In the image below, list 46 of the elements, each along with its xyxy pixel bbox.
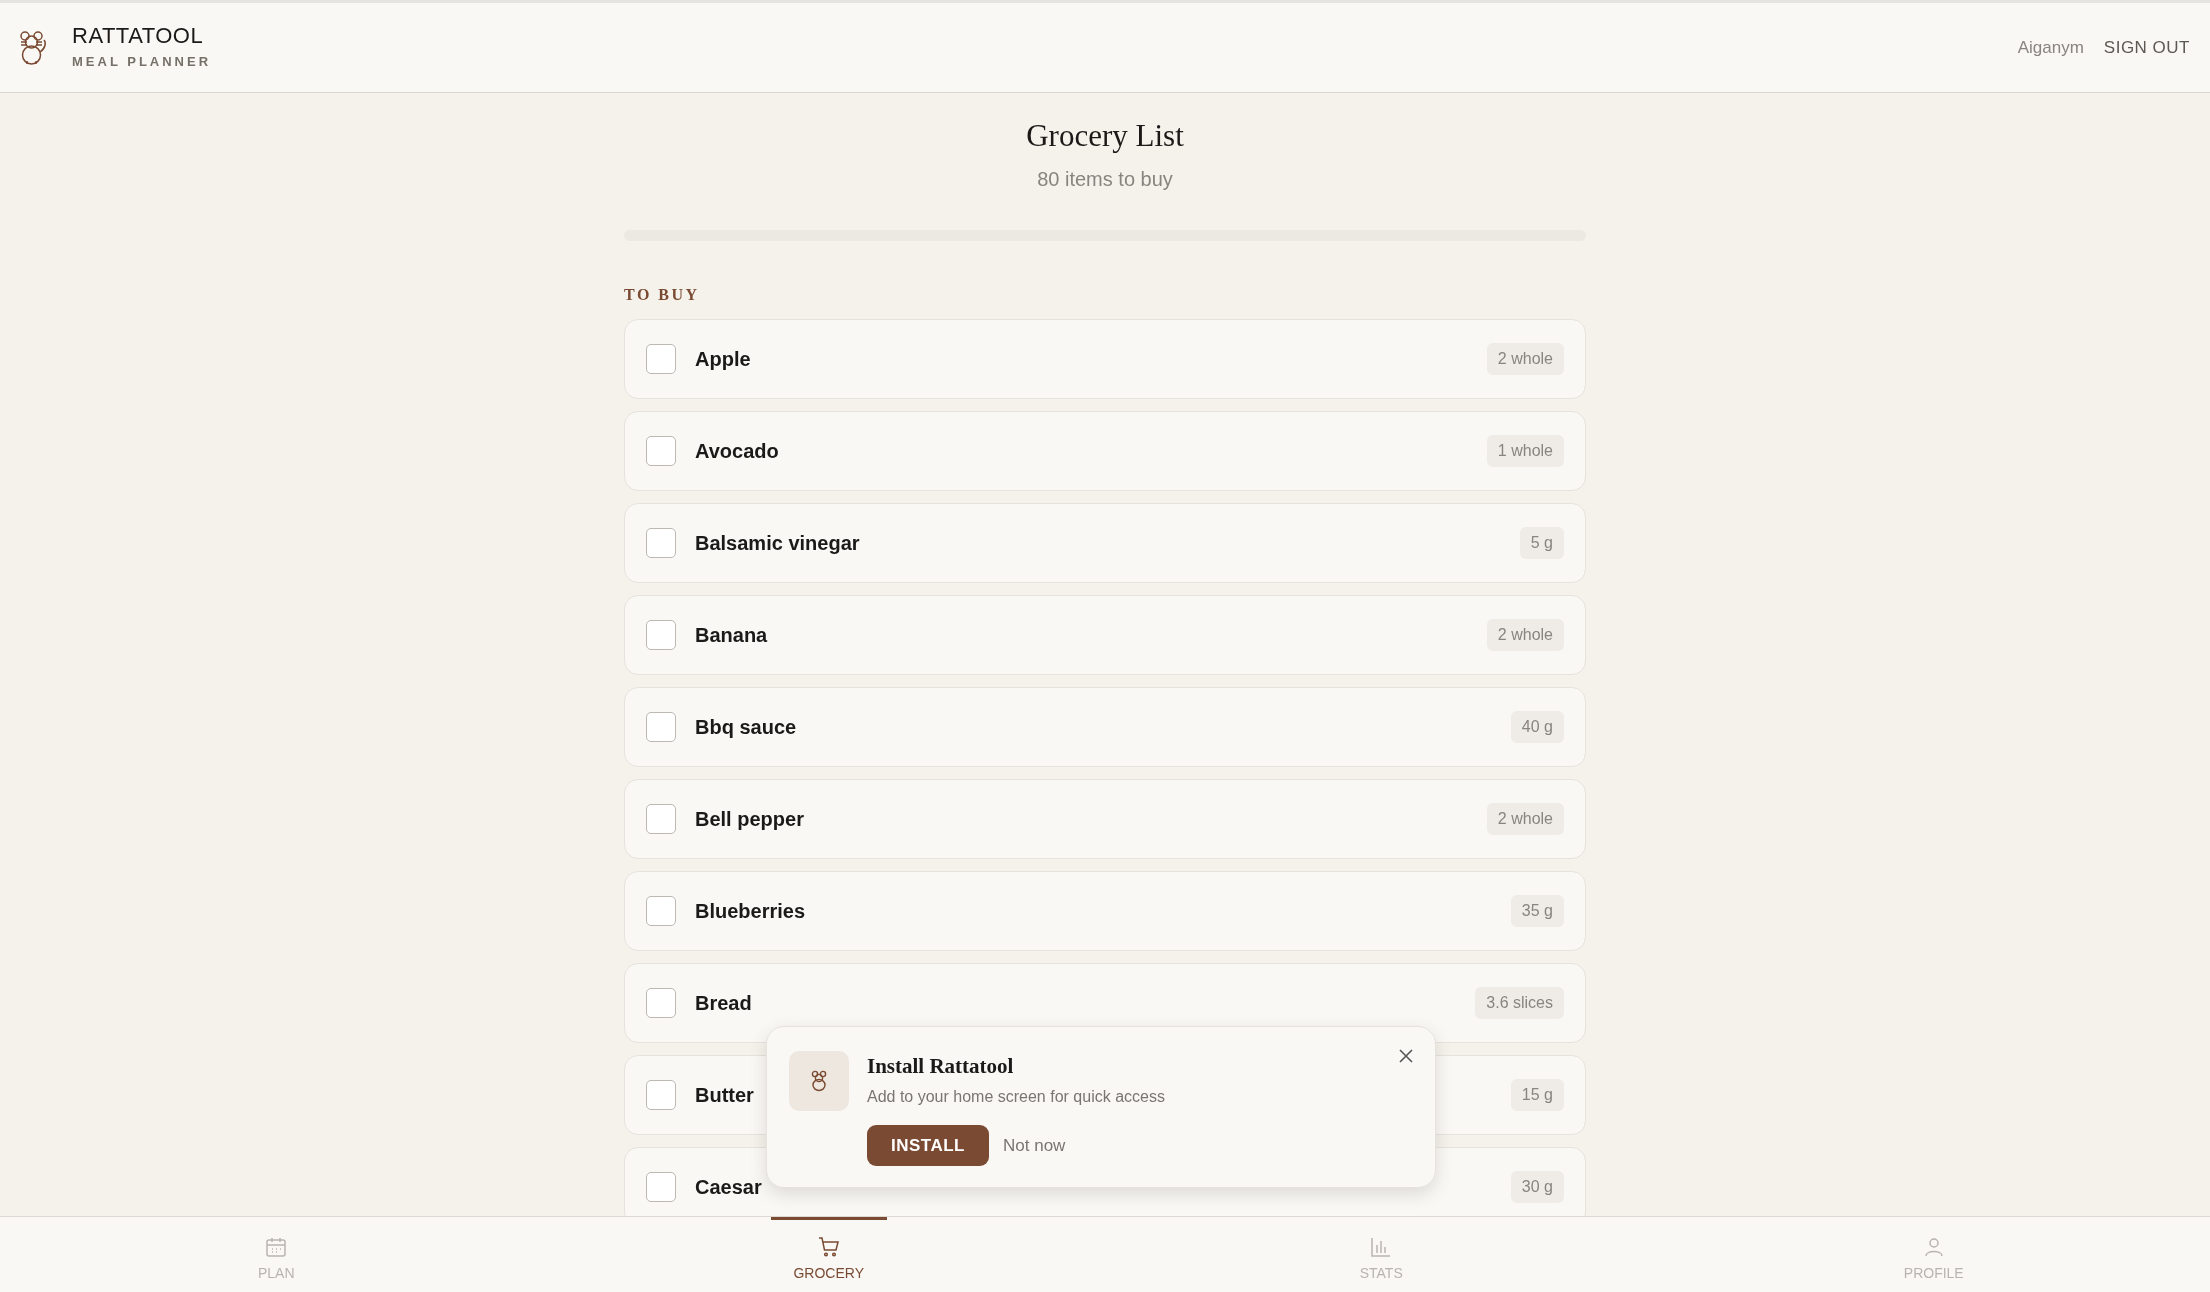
section-heading: TO BUY	[624, 285, 701, 306]
item-checkbox[interactable]	[646, 1172, 676, 1203]
sign-out-button[interactable]: SIGN OUT	[2097, 33, 2196, 62]
mouse-logo-icon	[18, 29, 48, 66]
app-title: RATTATOOL	[72, 23, 205, 48]
cart-icon	[816, 1234, 841, 1259]
item-name: Banana	[695, 623, 768, 649]
item-quantity: 1 whole	[1486, 435, 1564, 468]
close-button[interactable]	[1397, 1047, 1415, 1065]
app-icon	[789, 1051, 849, 1111]
user-name-link[interactable]: Aiganym	[2011, 33, 2090, 62]
item-name: Bell pepper	[695, 807, 804, 833]
item-checkbox[interactable]	[646, 620, 676, 651]
item-checkbox[interactable]	[646, 896, 676, 927]
item-name: Caesar	[695, 1175, 762, 1201]
item-quantity: 2 whole	[1486, 619, 1564, 652]
item-quantity: 2 whole	[1486, 803, 1564, 836]
item-name: Bbq sauce	[695, 715, 797, 741]
item-quantity: 3.6 slices	[1475, 987, 1564, 1020]
not-now-button[interactable]: Not now	[997, 1131, 1072, 1159]
item-name: Butter	[695, 1083, 754, 1109]
item-checkbox[interactable]	[646, 344, 676, 375]
item-count: 80 items to buy	[1037, 167, 1173, 193]
item-name: Blueberries	[695, 899, 806, 925]
item-quantity: 35 g	[1510, 895, 1564, 928]
nav-tab[interactable]: GROCERY	[770, 1217, 887, 1292]
item-checkbox[interactable]	[646, 712, 676, 743]
item-checkbox[interactable]	[646, 528, 676, 559]
item-quantity: 5 g	[1519, 527, 1564, 560]
item-name: Balsamic vinegar	[695, 531, 860, 557]
item-quantity: 40 g	[1510, 711, 1564, 744]
item-checkbox[interactable]	[646, 1080, 676, 1111]
item-quantity: 30 g	[1510, 1171, 1564, 1204]
item-checkbox[interactable]	[646, 436, 676, 467]
page-title: Grocery List	[1025, 117, 1185, 155]
item-quantity: 15 g	[1510, 1079, 1564, 1112]
install-button[interactable]: INSTALL	[867, 1124, 989, 1166]
item-name: Bread	[695, 991, 752, 1017]
item-checkbox[interactable]	[646, 988, 676, 1019]
item-quantity: 2 whole	[1486, 343, 1564, 376]
item-name: Apple	[695, 347, 751, 373]
popup-text: Add to your home screen for quick access	[867, 1086, 1165, 1107]
item-name: Avocado	[695, 439, 779, 465]
popup-title: Install Rattatool	[867, 1053, 1015, 1080]
app-subtitle: MEAL PLANNER	[72, 52, 212, 71]
item-checkbox[interactable]	[646, 804, 676, 835]
